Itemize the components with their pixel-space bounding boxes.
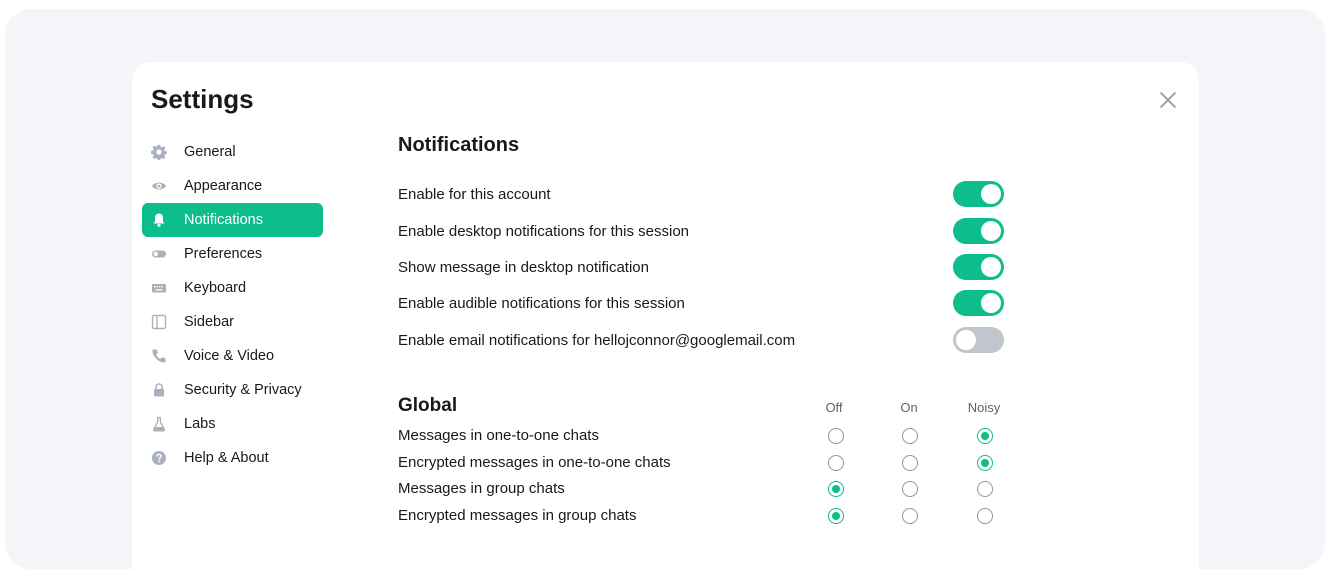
sidebar-item-label: Sidebar bbox=[184, 314, 234, 330]
radio-on[interactable] bbox=[902, 481, 918, 497]
toggle-label: Enable email notifications for hellojcon… bbox=[398, 331, 796, 349]
radio-noisy[interactable] bbox=[977, 481, 993, 497]
email-notifications-toggle[interactable] bbox=[953, 327, 1004, 353]
lock-icon bbox=[150, 381, 168, 399]
toggle-label: Show message in desktop notification bbox=[398, 258, 649, 276]
sidebar-icon bbox=[150, 313, 168, 331]
global-row-label: Encrypted messages in one-to-one chats bbox=[398, 454, 671, 471]
show-message-toggle[interactable] bbox=[953, 254, 1004, 280]
radio-on[interactable] bbox=[902, 428, 918, 444]
toggle-label: Enable audible notifications for this se… bbox=[398, 294, 685, 312]
sidebar-item-label: Appearance bbox=[184, 178, 263, 194]
toggle-knob bbox=[981, 293, 1001, 313]
column-header-noisy: Noisy bbox=[967, 400, 1001, 415]
radio-off[interactable] bbox=[828, 508, 844, 524]
sidebar-item-labs[interactable]: Labs bbox=[142, 407, 323, 441]
sidebar-item-notifications[interactable]: Notifications bbox=[142, 203, 323, 237]
radio-on[interactable] bbox=[902, 508, 918, 524]
toggle-knob bbox=[981, 257, 1001, 277]
notifications-heading: Notifications bbox=[398, 134, 520, 156]
toggle-row-enable-account: Enable for this account bbox=[398, 181, 1004, 207]
global-row-label: Messages in one-to-one chats bbox=[398, 427, 599, 444]
global-heading: Global bbox=[398, 395, 458, 416]
sidebar-item-label: General bbox=[184, 144, 236, 160]
flask-icon bbox=[150, 415, 168, 433]
column-header-off: Off bbox=[825, 400, 843, 415]
audible-notifications-toggle[interactable] bbox=[953, 290, 1004, 316]
sidebar-item-appearance[interactable]: Appearance bbox=[142, 169, 323, 203]
toggle-knob bbox=[981, 221, 1001, 241]
phone-icon bbox=[150, 347, 168, 365]
eye-icon bbox=[150, 177, 168, 195]
dialog-title: Settings bbox=[151, 84, 254, 114]
toggle-label: Enable for this account bbox=[398, 185, 551, 203]
enable-account-toggle[interactable] bbox=[953, 181, 1004, 207]
sidebar-item-general[interactable]: General bbox=[142, 135, 323, 169]
sidebar-item-voice-video[interactable]: Voice & Video bbox=[142, 339, 323, 373]
global-row-encrypted-group-chats: Encrypted messages in group chats bbox=[398, 506, 1038, 526]
global-row-one-to-one: Messages in one-to-one chats bbox=[398, 426, 1038, 446]
sidebar-item-security-privacy[interactable]: Security & Privacy bbox=[142, 373, 323, 407]
settings-dialog: Settings General Appearance Notification… bbox=[132, 62, 1199, 582]
radio-noisy[interactable] bbox=[977, 455, 993, 471]
close-button[interactable] bbox=[1158, 90, 1178, 110]
radio-noisy[interactable] bbox=[977, 508, 993, 524]
global-row-label: Encrypted messages in group chats bbox=[398, 507, 637, 524]
sidebar-item-sidebar[interactable]: Sidebar bbox=[142, 305, 323, 339]
toggle-label: Enable desktop notifications for this se… bbox=[398, 222, 689, 240]
sidebar-item-help-about[interactable]: Help & About bbox=[142, 441, 323, 475]
radio-on[interactable] bbox=[902, 455, 918, 471]
sidebar-item-label: Keyboard bbox=[184, 280, 247, 296]
gear-icon bbox=[150, 143, 168, 161]
sidebar-item-keyboard[interactable]: Keyboard bbox=[142, 271, 323, 305]
toggle-row-show-message: Show message in desktop notification bbox=[398, 254, 1004, 280]
global-row-label: Messages in group chats bbox=[398, 480, 565, 497]
radio-off[interactable] bbox=[828, 455, 844, 471]
settings-sidebar: General Appearance Notifications Prefere… bbox=[142, 135, 323, 475]
sidebar-item-label: Preferences bbox=[184, 246, 263, 262]
sidebar-item-label: Voice & Video bbox=[184, 348, 275, 364]
help-icon bbox=[150, 449, 168, 467]
desktop-notifications-toggle[interactable] bbox=[953, 218, 1004, 244]
toggle-knob bbox=[981, 184, 1001, 204]
radio-noisy[interactable] bbox=[977, 428, 993, 444]
sidebar-item-label: Help & About bbox=[184, 450, 269, 466]
sidebar-item-label: Notifications bbox=[184, 212, 263, 228]
column-header-on: On bbox=[900, 400, 918, 415]
global-row-encrypted-one-to-one: Encrypted messages in one-to-one chats bbox=[398, 453, 1038, 473]
toggle-row-email-notifications: Enable email notifications for hellojcon… bbox=[398, 327, 1004, 353]
sidebar-item-label: Labs bbox=[184, 416, 216, 432]
sidebar-item-preferences[interactable]: Preferences bbox=[142, 237, 323, 271]
close-icon bbox=[1160, 92, 1176, 108]
toggle-icon bbox=[150, 245, 168, 263]
radio-off[interactable] bbox=[828, 481, 844, 497]
toggle-row-desktop-notifications: Enable desktop notifications for this se… bbox=[398, 218, 1004, 244]
bell-icon bbox=[150, 211, 168, 229]
toggle-row-audible-notifications: Enable audible notifications for this se… bbox=[398, 290, 1004, 316]
keyboard-icon bbox=[150, 279, 168, 297]
radio-off[interactable] bbox=[828, 428, 844, 444]
global-row-group-chats: Messages in group chats bbox=[398, 479, 1038, 499]
sidebar-item-label: Security & Privacy bbox=[184, 382, 302, 398]
toggle-knob bbox=[956, 330, 976, 350]
